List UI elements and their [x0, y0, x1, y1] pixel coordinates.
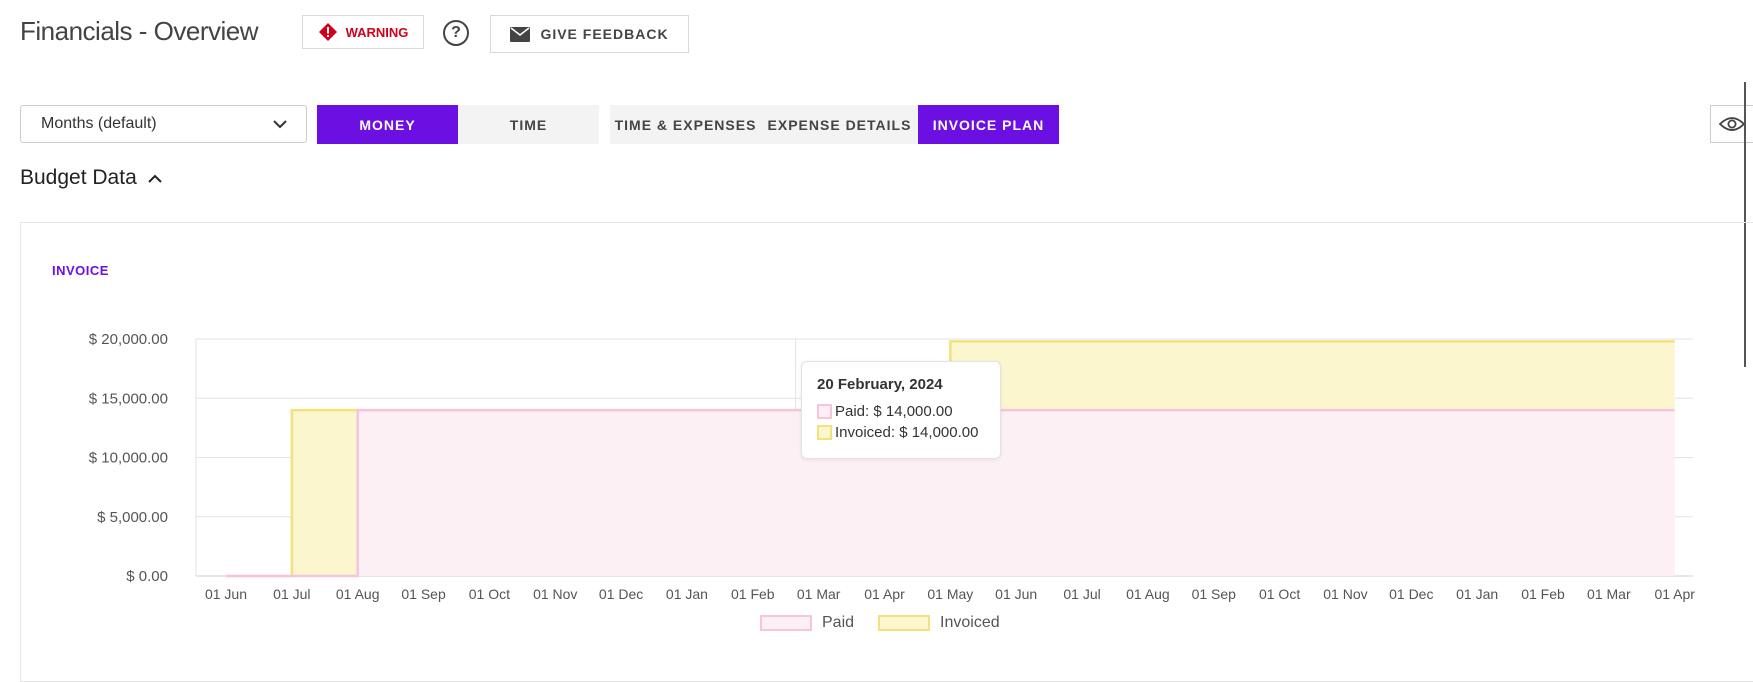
chart-tooltip: 20 February, 2024 Paid: $ 14,000.00 Invo…	[801, 361, 1001, 459]
invoiced-swatch	[817, 425, 832, 440]
x-tick-label: 01 Feb	[731, 586, 775, 602]
x-tick-label: 01 Feb	[1521, 586, 1565, 602]
x-tick-label: 01 Apr	[864, 586, 905, 602]
x-tick-label: 01 Aug	[336, 586, 380, 602]
x-tick-label: 01 Jan	[1456, 586, 1498, 602]
x-tick-label: 01 Jun	[205, 586, 247, 602]
y-tick-label: $ 20,000.00	[89, 331, 168, 348]
legend-paid-label[interactable]: Paid	[822, 614, 854, 632]
tooltip-invoiced-text: Invoiced: $ 14,000.00	[835, 424, 979, 441]
tooltip-row-invoiced: Invoiced: $ 14,000.00	[817, 422, 985, 443]
x-tick-label: 01 Jun	[995, 586, 1037, 602]
y-tick-label: $ 0.00	[126, 568, 168, 585]
legend-paid-swatch[interactable]	[760, 615, 812, 631]
tooltip-row-paid: Paid: $ 14,000.00	[817, 401, 985, 422]
x-tick-label: 01 Oct	[469, 586, 510, 602]
x-tick-label: 01 Nov	[1323, 586, 1367, 602]
x-tick-label: 01 Mar	[797, 586, 841, 602]
tooltip-paid-text: Paid: $ 14,000.00	[835, 403, 953, 420]
y-tick-label: $ 15,000.00	[89, 390, 168, 407]
paid-swatch	[817, 404, 832, 419]
x-tick-label: 01 Sep	[401, 586, 446, 602]
x-tick-label: 01 Oct	[1259, 586, 1300, 602]
y-tick-label: $ 5,000.00	[97, 509, 168, 526]
x-tick-label: 01 Dec	[1389, 586, 1433, 602]
x-tick-label: 01 Sep	[1192, 586, 1237, 602]
x-tick-label: 01 Apr	[1654, 586, 1695, 602]
legend-invoiced-label[interactable]: Invoiced	[940, 614, 1000, 632]
chart-legend: Paid Invoiced	[760, 614, 1000, 632]
x-tick-label: 01 Jul	[273, 586, 310, 602]
x-tick-label: 01 Mar	[1587, 586, 1631, 602]
x-tick-label: 01 Jan	[666, 586, 708, 602]
x-tick-label: 01 Dec	[599, 586, 643, 602]
legend-invoiced-swatch[interactable]	[878, 615, 931, 631]
y-tick-label: $ 10,000.00	[89, 450, 168, 467]
x-tick-label: 01 Nov	[533, 586, 577, 602]
x-tick-label: 01 Jul	[1063, 586, 1100, 602]
x-tick-label: 01 May	[927, 586, 973, 602]
x-tick-label: 01 Aug	[1126, 586, 1170, 602]
invoice-chart: $ 0.00 $ 5,000.00 $ 10,000.00 $ 15,000.00 $ …	[89, 331, 1696, 602]
tooltip-date: 20 February, 2024	[817, 376, 943, 393]
